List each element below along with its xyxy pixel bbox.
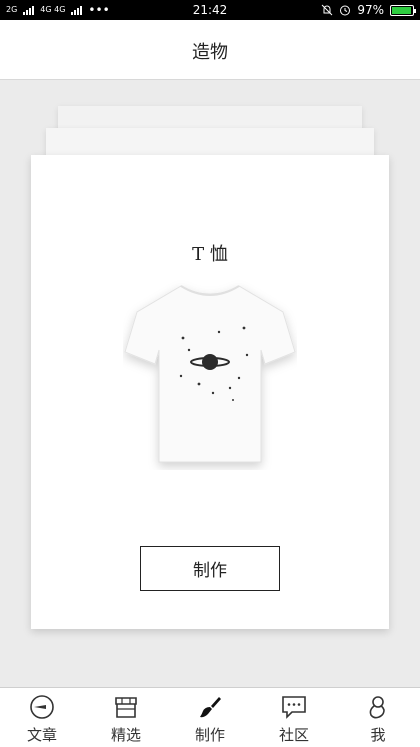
tab-me[interactable]: 我 bbox=[336, 688, 420, 747]
tab-make-label: 制作 bbox=[194, 726, 225, 744]
bottom-tab-bar: 文章 精选 制作 社区 我 bbox=[0, 687, 420, 747]
status-bar: 2G 4G 4G ••• 21:42 97% bbox=[0, 0, 420, 20]
make-button[interactable]: 制作 bbox=[140, 546, 280, 591]
brush-icon bbox=[200, 697, 221, 718]
alarm-icon bbox=[340, 5, 351, 16]
mute-bell-icon bbox=[321, 4, 333, 16]
tab-article[interactable]: 文章 bbox=[0, 688, 84, 747]
tshirt-planet-image bbox=[124, 285, 296, 463]
tab-me-label: 我 bbox=[370, 726, 386, 744]
tab-article-label: 文章 bbox=[26, 726, 57, 744]
tab-featured[interactable]: 精选 bbox=[84, 688, 168, 747]
top-nav-bar: 造物 bbox=[0, 20, 420, 80]
page-title: 造物 bbox=[192, 42, 228, 63]
tab-make[interactable]: 制作 bbox=[168, 688, 252, 747]
product-title: T 恤 bbox=[192, 244, 228, 265]
chat-icon bbox=[282, 696, 306, 719]
product-card[interactable]: T 恤 制作 bbox=[31, 155, 389, 629]
tab-featured-label: 精选 bbox=[110, 726, 141, 744]
card-stack-middle bbox=[46, 128, 374, 158]
battery-charging-icon bbox=[390, 4, 416, 16]
tab-community-label: 社区 bbox=[278, 726, 309, 744]
shop-icon bbox=[115, 697, 137, 718]
article-icon bbox=[30, 695, 54, 719]
profile-icon bbox=[369, 696, 385, 719]
tab-community[interactable]: 社区 bbox=[252, 688, 336, 747]
battery-percent: 97% bbox=[357, 3, 384, 17]
status-right: 97% bbox=[321, 3, 416, 17]
